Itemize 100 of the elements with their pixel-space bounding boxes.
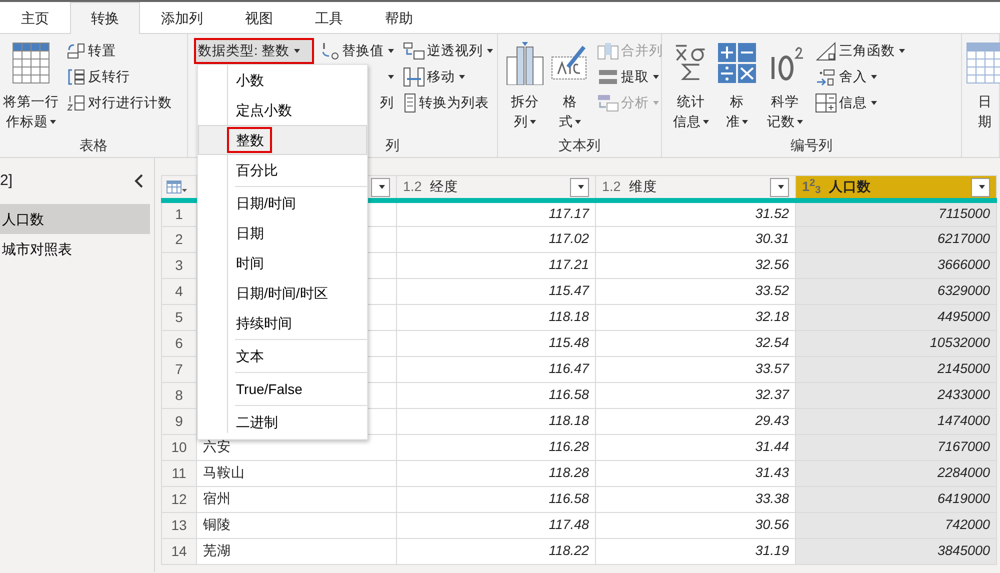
table-cell: 116.28	[396, 434, 596, 460]
table-cell: 芜湖	[196, 538, 396, 564]
ribbon-tab[interactable]: 帮助	[364, 2, 434, 34]
ribbon-tab[interactable]: 添加列	[140, 2, 224, 34]
ribbon-button[interactable]: 科学 记数	[764, 36, 806, 135]
row-number: 12	[162, 486, 196, 512]
menu-item[interactable]: 日期	[198, 218, 367, 248]
menu-item[interactable]: 日期/时间	[198, 188, 367, 218]
ribbon-button[interactable]: 信息	[812, 90, 908, 116]
swap-grid-icon	[66, 42, 86, 60]
table-cell: 2284000	[796, 460, 996, 486]
table-cell: 31.43	[596, 460, 796, 486]
ribbon-button[interactable]: 三角函数	[812, 38, 908, 64]
ribbon-button[interactable]: 舍入	[812, 64, 908, 90]
table-cell: 铜陵	[196, 512, 396, 538]
filter-button[interactable]	[570, 178, 589, 196]
table-cell: 30.31	[596, 226, 796, 252]
filter-button[interactable]	[770, 178, 789, 196]
table-cell: 2433000	[796, 382, 996, 408]
ribbon-button[interactable]: 标 准	[716, 36, 758, 135]
ribbon-button[interactable]: 格 式	[549, 36, 591, 135]
ribbon-button[interactable]: 对行进行计数	[63, 90, 175, 116]
ribbon-button[interactable]: 提取	[594, 64, 666, 90]
ribbon-tab[interactable]: 主页	[0, 2, 70, 34]
table-cell: 115.48	[396, 330, 596, 356]
table-cell: 33.57	[596, 356, 796, 382]
decimal-arrow-icon	[815, 67, 837, 87]
table-cell: 32.56	[596, 252, 796, 278]
row-number: 13	[162, 512, 196, 538]
menu-item[interactable]: 持续时间	[198, 308, 367, 338]
table-cell: 3845000	[796, 538, 996, 564]
menu-item[interactable]: 百分比	[198, 155, 367, 185]
column-name: 经度	[430, 178, 458, 196]
table-cell: 32.54	[596, 330, 796, 356]
filter-button[interactable]	[971, 178, 990, 196]
table-cell: 31.19	[596, 538, 796, 564]
table-cell: 6419000	[796, 486, 996, 512]
query-item[interactable]: 城市对照表	[0, 234, 150, 264]
table-cell: 118.22	[396, 538, 596, 564]
menu-item[interactable]: True/False	[198, 374, 367, 404]
ribbon-button[interactable]: 转置	[63, 38, 175, 64]
table-cell: 118.18	[396, 408, 596, 434]
text-table-icon	[597, 94, 619, 112]
table-cell: 117.48	[396, 512, 596, 538]
table-arrow-icon	[403, 42, 425, 60]
table-cell: 7167000	[796, 434, 996, 460]
table-cell: 1474000	[796, 408, 996, 434]
query-item[interactable]: 人口数	[0, 204, 150, 234]
rows-arrow-icon	[66, 68, 86, 86]
table-cell: 马鞍山	[196, 460, 396, 486]
table-cell: 4495000	[796, 304, 996, 330]
ribbon-button[interactable]: 反转行	[63, 64, 175, 90]
list-icon	[403, 93, 417, 113]
ribbon-button[interactable]: 替换值	[317, 38, 397, 64]
row-number: 10	[162, 434, 196, 460]
column-header[interactable]: 1.2 维度	[596, 176, 796, 200]
table-cell: 32.37	[596, 382, 796, 408]
column-header[interactable]: 1.2 经度	[396, 176, 596, 200]
table-cell: 宿州	[196, 486, 396, 512]
ribbon-button[interactable]: 转换为列表	[400, 90, 496, 116]
numbered-rows-icon	[66, 94, 86, 112]
ribbon-button[interactable]: 逆透视列	[400, 38, 496, 64]
filter-button[interactable]	[371, 178, 390, 196]
table-cell: 6329000	[796, 278, 996, 304]
row-number: 6	[162, 330, 196, 356]
table-cell: 117.21	[396, 252, 596, 278]
columns-split-icon	[505, 41, 545, 85]
menu-item[interactable]: 日期/时间/时区	[198, 278, 367, 308]
ribbon-button[interactable]: 数据类型: 整数	[194, 38, 314, 64]
ribbon-button[interactable]: 日 期	[964, 36, 1000, 135]
column-name: 维度	[628, 178, 657, 196]
group-label: 列	[386, 137, 400, 153]
menu-item[interactable]: 时间	[198, 248, 367, 278]
menu-item[interactable]: 文本	[198, 341, 367, 371]
group-label: 文本列	[558, 137, 600, 153]
menu-item[interactable]: 二进制	[198, 407, 367, 437]
table-cell: 742000	[796, 512, 996, 538]
type-label: 1.2	[403, 178, 422, 196]
collapse-icon[interactable]	[134, 173, 144, 189]
ribbon-tab[interactable]: 工具	[294, 2, 364, 34]
number-grid-icon	[815, 93, 837, 113]
ribbon-button[interactable]: 拆分 列	[504, 36, 546, 135]
ribbon-tab[interactable]: 转换	[70, 2, 140, 34]
row-number: 3	[162, 252, 196, 278]
table-menu-icon	[166, 179, 188, 196]
table-cell: 33.38	[596, 486, 796, 512]
column-name: 人口数	[828, 178, 871, 196]
triangle-icon	[815, 41, 837, 61]
ribbon-tab[interactable]: 视图	[224, 2, 294, 34]
column-header[interactable]: 1$^{2}$$_{3}$ 人口数	[796, 176, 996, 200]
table-cell: 116.58	[396, 486, 596, 512]
table-cell: 6217000	[796, 226, 996, 252]
row-number: 11	[162, 460, 196, 486]
ribbon-button[interactable]: 移动	[400, 64, 496, 90]
ribbon-button[interactable]: 统计 信息	[672, 36, 710, 135]
menu-item[interactable]: 整数	[198, 125, 367, 155]
ribbon-button[interactable]: 将第一行 作标题	[2, 36, 60, 135]
statistics-icon	[675, 44, 707, 82]
table-cell: 10532000	[796, 330, 996, 356]
merge-columns-icon	[597, 42, 619, 60]
